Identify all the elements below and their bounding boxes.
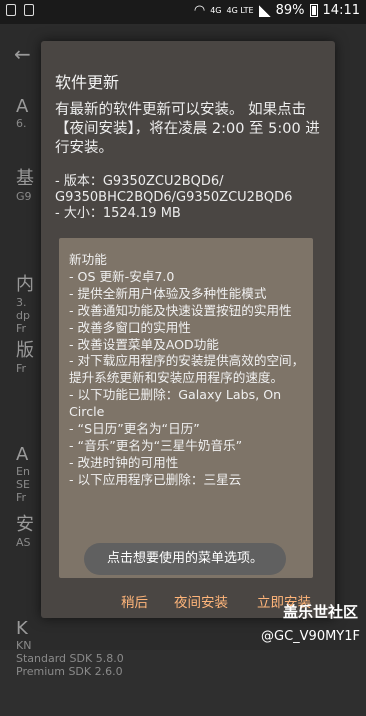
clock: 14:11 — [322, 3, 360, 18]
watermark-user: @GC_V90MY1F — [261, 629, 360, 644]
later-button[interactable]: 稍后 — [121, 591, 148, 611]
release-note-item: - 改善多窗口的实用性 — [69, 319, 191, 335]
release-note-item: - OS 更新-安卓7.0 — [69, 268, 175, 284]
version-line2: G9350BHC2BQD6/G9350ZCU2BQD6 — [55, 190, 293, 205]
image-notification-icon — [24, 4, 34, 16]
back-arrow-icon[interactable]: ← — [14, 42, 31, 66]
release-note-item: - “音乐”更名为“三星牛奶音乐” — [69, 437, 243, 453]
size-label: - 大小：1524.19 MB — [55, 206, 181, 221]
release-note-item: - 对下载应用程序的安装提供高效的空间，提升系统更新和安装应用程序的速度。 — [69, 353, 305, 386]
release-note-item: - 以下应用程序已删除：三星云 — [69, 471, 242, 487]
status-bar: ◠ 4G 4G LTE 89% 14:11 — [0, 0, 366, 24]
network-indicator-top: 4G — [210, 5, 222, 15]
battery-percent: 89% — [275, 3, 305, 18]
release-note-item: - 改善设置菜单及AOD功能 — [69, 336, 219, 352]
toast-message: 点击想要使用的菜单选项。 — [84, 543, 286, 575]
release-note-item: - 提供全新用户体验及多种性能模式 — [69, 285, 267, 301]
release-note-item: - 以下功能已删除：Galaxy Labs, On Circle — [69, 387, 282, 420]
release-note-item: - 改进时钟的可用性 — [69, 454, 179, 470]
release-notes-title: 新功能 — [69, 252, 107, 267]
signal-icon — [258, 4, 271, 17]
bg-item-1: A 6. — [16, 96, 29, 130]
bg-item-4: 版 Fr — [16, 340, 34, 375]
battery-icon — [309, 4, 318, 17]
night-install-button[interactable]: 夜间安装 — [174, 591, 228, 611]
watermark-logo: 盖乐世社区 — [282, 603, 358, 621]
release-notes-box[interactable]: 新功能 - OS 更新-安卓7.0 - 提供全新用户体验及多种性能模式 - 改善… — [59, 238, 313, 578]
release-note-item: - 改善通知功能及快速设置按钮的实用性 — [69, 302, 292, 318]
network-indicator-bottom: 4G LTE — [226, 5, 254, 15]
dialog-message: 有最新的软件更新可以安装。 如果点击【夜间安装】，将在凌晨 2:00 至 5:0… — [55, 102, 320, 156]
software-update-dialog: 软件更新 有最新的软件更新可以安装。 如果点击【夜间安装】，将在凌晨 2:00 … — [41, 41, 335, 618]
wifi-icon: ◠ — [193, 3, 206, 18]
version-label: - 版本：G9350ZCU2BQD6/ — [55, 174, 224, 189]
dialog-title: 软件更新 — [55, 73, 120, 92]
release-note-item: - “S日历”更名为“日历” — [69, 421, 200, 437]
bg-item-6: 安 AS — [16, 514, 34, 549]
update-info: - 版本：G9350ZCU2BQD6/ G9350BHC2BQD6/G9350Z… — [55, 174, 335, 222]
bg-item-2: 基 G9 — [16, 168, 34, 203]
notification-icon — [6, 4, 16, 16]
